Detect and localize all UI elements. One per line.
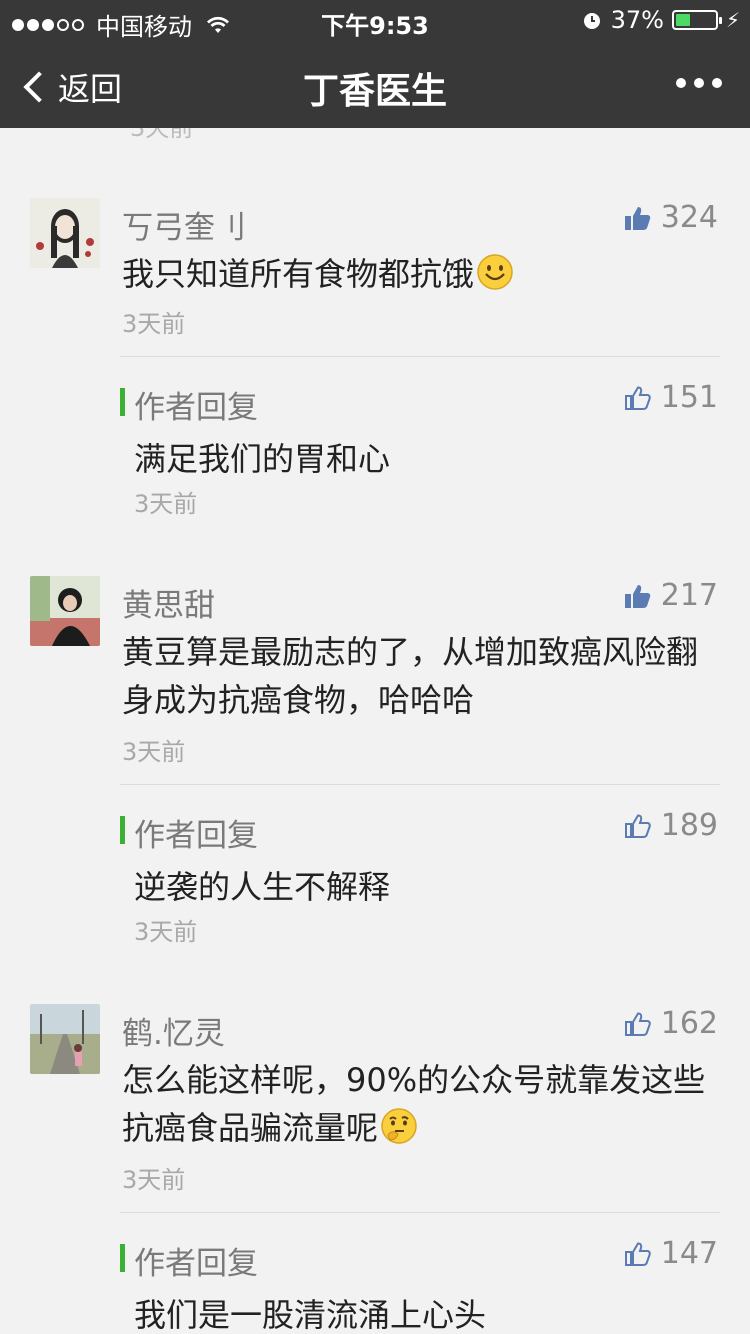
page-title: 丁香医生 <box>302 71 447 112</box>
thumbs-up-outline-icon <box>624 1011 651 1036</box>
thinking-emoji-icon <box>381 1108 417 1144</box>
comment-text: 怎么能这样呢，90%的公众号就靠发这些抗癌食品骗流量呢 <box>122 1056 722 1152</box>
thumbs-up-outline-icon <box>624 1241 651 1266</box>
more-dot-icon <box>676 78 686 88</box>
like-count: 217 <box>660 578 718 613</box>
like-button[interactable]: 189 <box>624 808 718 843</box>
reply-time: 3天前 <box>134 490 198 518</box>
comment-time: 3天前 <box>122 738 186 766</box>
like-button[interactable]: 324 <box>624 200 718 235</box>
smile-emoji-icon <box>477 254 513 290</box>
more-dot-icon <box>694 78 704 88</box>
thumbs-up-filled-icon <box>624 584 650 608</box>
divider <box>120 356 720 357</box>
reply-text: 逆袭的人生不解释 <box>134 868 391 906</box>
avatar[interactable] <box>30 1004 100 1074</box>
status-right: 37% ⚡ <box>581 6 740 34</box>
reply-text: 我们是一股清流涌上心头 <box>134 1296 487 1334</box>
like-count: 147 <box>660 1236 718 1271</box>
status-bar: 中国移动 下午9:53 37% ⚡ <box>0 0 750 41</box>
like-button[interactable]: 162 <box>624 1006 718 1041</box>
divider <box>120 784 720 785</box>
charging-icon: ⚡ <box>725 8 740 32</box>
avatar[interactable] <box>30 576 100 646</box>
thumbs-up-outline-icon <box>624 385 651 410</box>
more-dot-icon <box>712 78 722 88</box>
reply-indicator <box>120 1244 125 1272</box>
author-reply-label: 作者回复 <box>134 1246 258 1282</box>
battery-level <box>675 14 690 26</box>
comment-text: 黄豆算是最励志的了，从增加致癌风险翻身成为抗癌食物，哈哈哈 <box>122 633 699 719</box>
reply-time: 3天前 <box>134 918 198 946</box>
thumbs-up-filled-icon <box>624 206 650 230</box>
like-count: 162 <box>660 1006 718 1041</box>
like-count: 151 <box>660 380 718 415</box>
like-count: 324 <box>660 200 718 235</box>
reply-text: 满足我们的胃和心 <box>134 440 391 478</box>
battery-percent: 37% <box>610 6 664 34</box>
comment-list[interactable]: 3天前 丂弓奎刂 324 我只知道所有食物都抗饿 3天前 作者回复 151 满足… <box>0 128 750 1334</box>
comment-time: 3天前 <box>122 1166 186 1194</box>
more-options-button[interactable] <box>676 78 722 88</box>
commenter-name[interactable]: 黄思甜 <box>122 580 215 625</box>
battery-icon <box>671 10 722 30</box>
comment-time: 3天前 <box>122 310 186 338</box>
nav-bar: 返回 丁香医生 <box>0 40 750 128</box>
commenter-name[interactable]: 丂弓奎刂 <box>122 202 246 247</box>
reply-indicator <box>120 816 125 844</box>
previous-comment-time: 3天前 <box>130 128 194 142</box>
alarm-icon <box>583 13 600 29</box>
comment-text-content: 我只知道所有食物都抗饿 <box>122 255 475 293</box>
like-button[interactable]: 147 <box>624 1236 718 1271</box>
like-button[interactable]: 217 <box>624 578 718 613</box>
avatar[interactable] <box>30 198 100 268</box>
top-bar: 中国移动 下午9:53 37% ⚡ 返回 丁香医生 <box>0 0 750 128</box>
like-count: 189 <box>660 808 718 843</box>
like-button[interactable]: 151 <box>624 380 718 415</box>
reply-indicator <box>120 388 125 416</box>
commenter-name[interactable]: 鹤.忆灵 <box>122 1008 225 1053</box>
author-reply-label: 作者回复 <box>134 390 258 426</box>
divider <box>120 1212 720 1213</box>
author-reply-label: 作者回复 <box>134 818 258 854</box>
comment-text: 我只知道所有食物都抗饿 <box>122 250 722 298</box>
thumbs-up-outline-icon <box>624 813 651 838</box>
